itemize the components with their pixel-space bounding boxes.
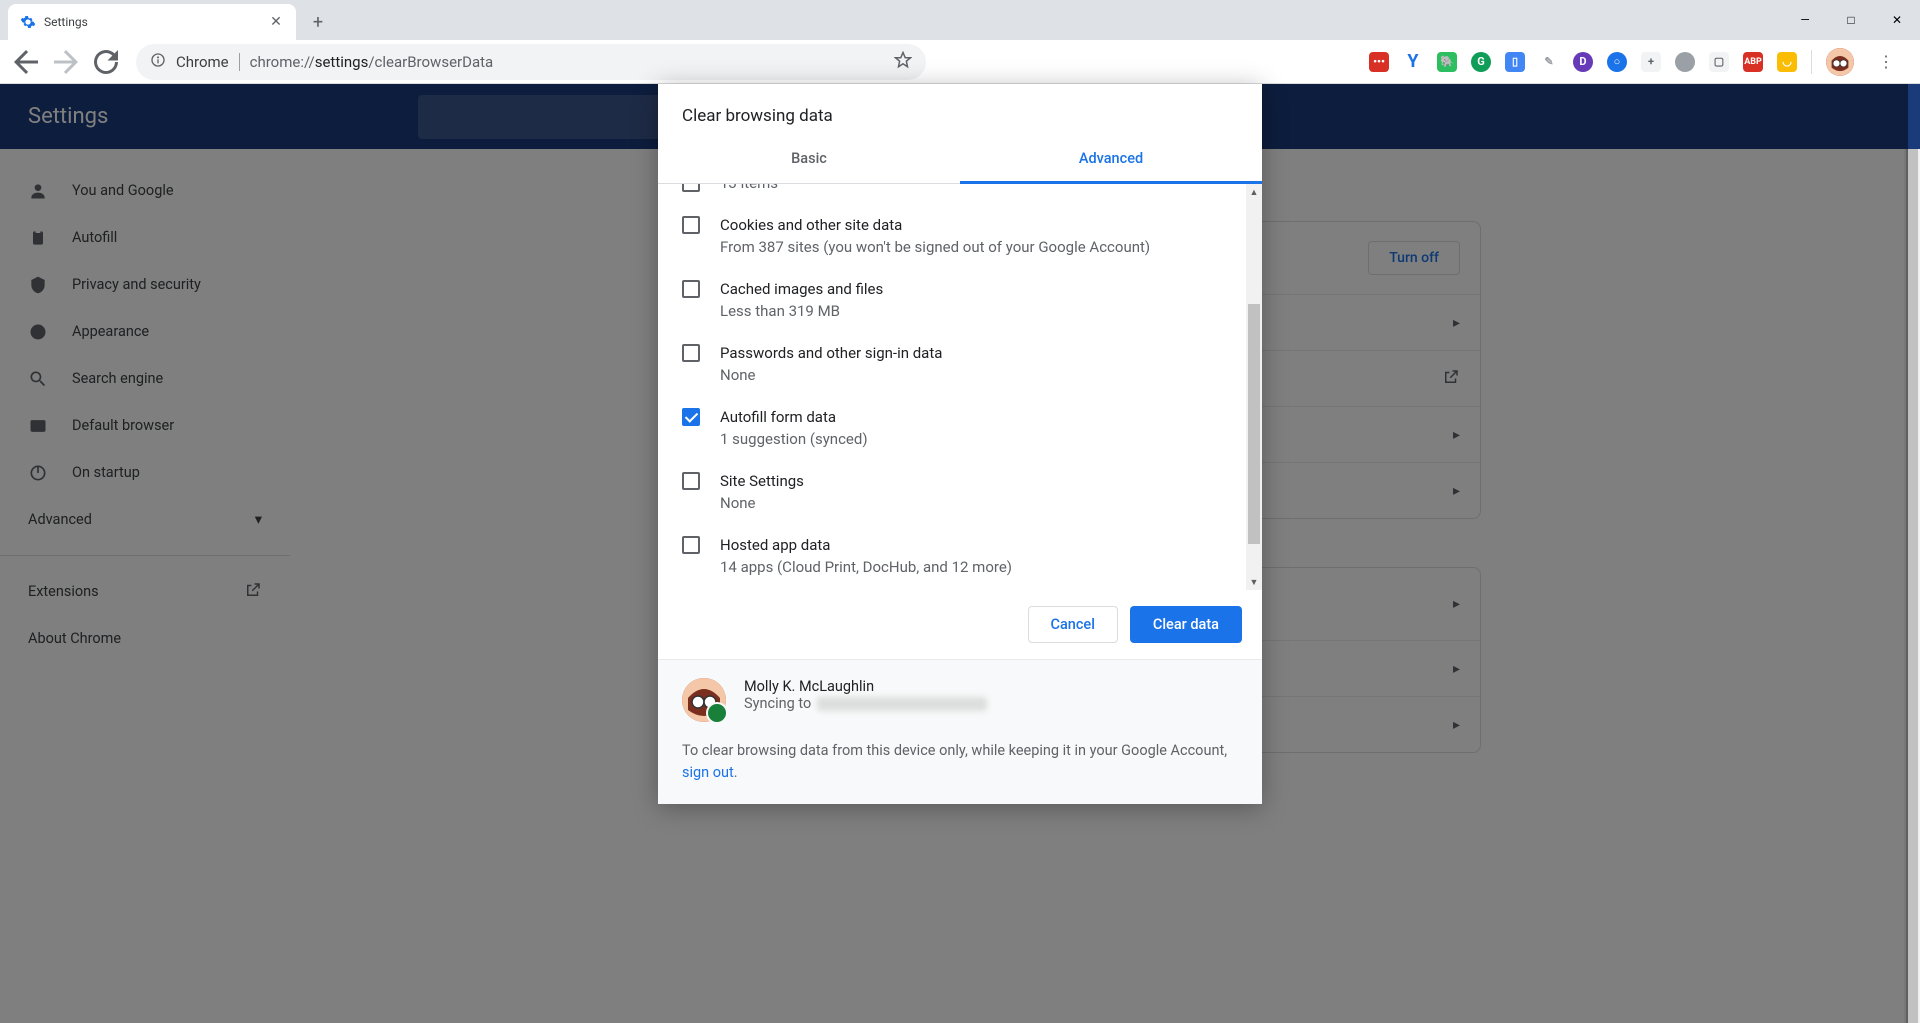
reload-button[interactable] — [88, 44, 124, 80]
profile-avatar-button[interactable] — [1826, 48, 1854, 76]
site-info-icon[interactable] — [150, 52, 166, 72]
clear-browsing-data-dialog: Clear browsing data Basic Advanced 13 it… — [658, 84, 1262, 804]
scroll-up-arrow[interactable]: ▲ — [1246, 184, 1262, 200]
item-primary-label: Cached images and files — [720, 278, 883, 300]
extension-icon[interactable]: ◡ — [1777, 52, 1797, 72]
sign-out-link[interactable]: sign out — [682, 764, 734, 781]
lastpass-extension-icon[interactable]: ••• — [1369, 52, 1389, 72]
checkbox[interactable] — [682, 536, 700, 554]
forward-button[interactable] — [48, 44, 84, 80]
checkbox[interactable] — [682, 344, 700, 362]
dialog-title: Clear browsing data — [658, 84, 1262, 136]
item-secondary-label: 13 items — [720, 184, 778, 194]
item-secondary-label: None — [720, 364, 942, 386]
clear-data-item[interactable]: Cookies and other site dataFrom 387 site… — [682, 204, 1254, 268]
dialog-actions: Cancel Clear data — [658, 590, 1262, 659]
dialog-disclaimer: To clear browsing data from this device … — [658, 740, 1262, 804]
sync-status: Syncing to — [744, 695, 987, 712]
user-avatar — [682, 678, 726, 722]
extension-icon[interactable]: Y — [1403, 52, 1423, 72]
clear-data-item[interactable]: 13 items — [682, 184, 1254, 204]
extension-icon[interactable]: ▢ — [1709, 52, 1729, 72]
new-tab-button[interactable]: + — [304, 8, 332, 36]
tab-title: Settings — [44, 15, 260, 29]
clear-data-item[interactable]: Autofill form data1 suggestion (synced) — [682, 396, 1254, 460]
extension-icon[interactable]: D — [1573, 52, 1593, 72]
redacted-email — [817, 697, 987, 711]
tab-advanced[interactable]: Advanced — [960, 136, 1262, 184]
extension-icon[interactable]: ✎ — [1539, 52, 1559, 72]
item-secondary-label: 14 apps (Cloud Print, DocHub, and 12 mor… — [720, 556, 1012, 578]
gear-icon — [20, 14, 36, 30]
clear-data-button[interactable]: Clear data — [1130, 606, 1242, 643]
scrollbar-thumb[interactable] — [1248, 304, 1260, 544]
extension-icons: ••• Y 🐘 G ▯ ✎ D ○ + ▢ ABP ◡ ⋮ — [1369, 44, 1912, 80]
extension-icon[interactable]: ▯ — [1505, 52, 1525, 72]
adblock-extension-icon[interactable]: ABP — [1743, 52, 1763, 72]
checkbox[interactable] — [682, 216, 700, 234]
separator — [1811, 50, 1812, 74]
extension-icon[interactable]: ○ — [1607, 52, 1627, 72]
back-button[interactable] — [8, 44, 44, 80]
close-tab-icon[interactable]: ✕ — [268, 14, 284, 30]
item-secondary-label: From 387 sites (you won't be signed out … — [720, 236, 1150, 258]
grammarly-extension-icon[interactable]: G — [1471, 52, 1491, 72]
checkbox[interactable] — [682, 184, 700, 192]
item-secondary-label: Less than 319 MB — [720, 300, 883, 322]
bookmark-star-icon[interactable] — [894, 51, 912, 73]
item-primary-label: Autofill form data — [720, 406, 868, 428]
dialog-sync-footer: Molly K. McLaughlin Syncing to — [658, 659, 1262, 740]
extension-icon[interactable]: + — [1641, 52, 1661, 72]
clear-data-item[interactable]: Hosted app data14 apps (Cloud Print, Doc… — [682, 524, 1254, 588]
url-divider — [239, 53, 240, 71]
checkbox[interactable] — [682, 280, 700, 298]
browser-tab[interactable]: Settings ✕ — [8, 4, 296, 40]
clear-data-item[interactable]: Cached images and filesLess than 319 MB — [682, 268, 1254, 332]
dialog-item-list: 13 items Cookies and other site dataFrom … — [658, 184, 1262, 590]
url-text: chrome://settings/clearBrowserData — [250, 53, 494, 71]
extension-icon[interactable] — [1675, 52, 1695, 72]
item-secondary-label: None — [720, 492, 804, 514]
chrome-menu-button[interactable]: ⋮ — [1868, 44, 1904, 80]
cancel-button[interactable]: Cancel — [1028, 606, 1118, 643]
user-name: Molly K. McLaughlin — [744, 678, 987, 695]
item-secondary-label: 1 suggestion (synced) — [720, 428, 868, 450]
url-scheme-label: Chrome — [176, 53, 229, 71]
item-primary-label: Passwords and other sign-in data — [720, 342, 942, 364]
browser-toolbar: Chrome chrome://settings/clearBrowserDat… — [0, 40, 1920, 84]
evernote-extension-icon[interactable]: 🐘 — [1437, 52, 1457, 72]
checkbox[interactable] — [682, 472, 700, 490]
dialog-tabs: Basic Advanced — [658, 136, 1262, 184]
item-primary-label: Site Settings — [720, 470, 804, 492]
address-bar[interactable]: Chrome chrome://settings/clearBrowserDat… — [136, 44, 926, 80]
item-primary-label: Cookies and other site data — [720, 214, 1150, 236]
clear-data-item[interactable]: Site SettingsNone — [682, 460, 1254, 524]
item-primary-label: Hosted app data — [720, 534, 1012, 556]
scroll-down-arrow[interactable]: ▼ — [1246, 574, 1262, 590]
tab-basic[interactable]: Basic — [658, 136, 960, 183]
clear-data-item[interactable]: Passwords and other sign-in dataNone — [682, 332, 1254, 396]
close-window-button[interactable]: ✕ — [1874, 0, 1920, 40]
browser-titlebar: Settings ✕ + — □ ✕ — [0, 0, 1920, 40]
checkbox[interactable] — [682, 408, 700, 426]
minimize-button[interactable]: — — [1782, 0, 1828, 40]
dialog-scrollbar[interactable]: ▲ ▼ — [1246, 184, 1262, 590]
window-controls: — □ ✕ — [1782, 0, 1920, 40]
maximize-button[interactable]: □ — [1828, 0, 1874, 40]
